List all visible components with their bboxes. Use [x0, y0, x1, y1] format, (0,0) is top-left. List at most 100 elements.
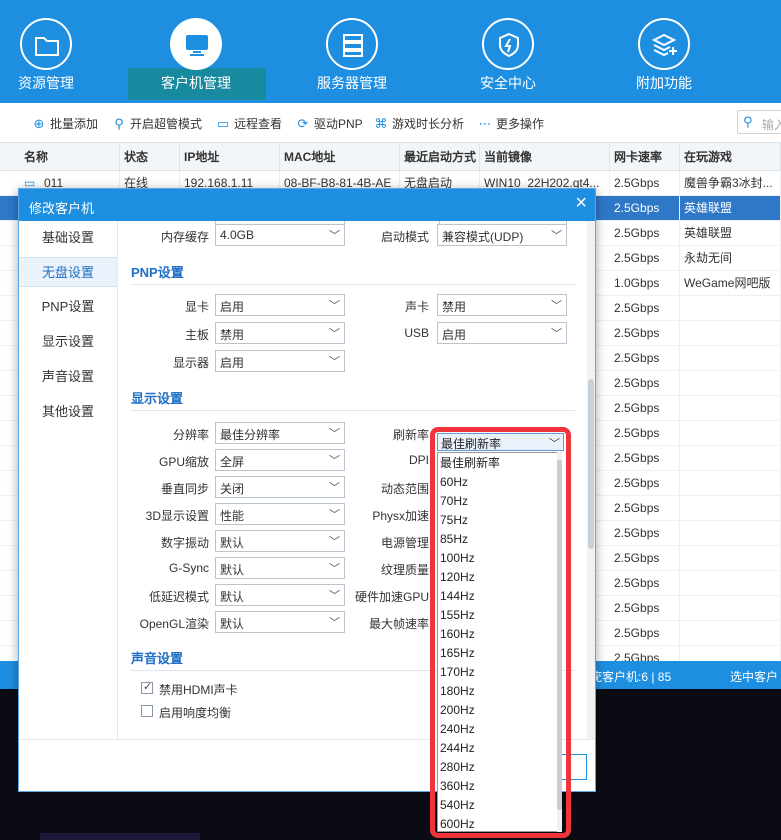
refresh-rate-option[interactable]: 100Hz [440, 549, 475, 568]
folder-icon [20, 18, 72, 70]
nav-server-management[interactable]: 服务器管理 [282, 0, 422, 103]
col-playing-game[interactable]: 在玩游戏 [680, 143, 781, 171]
display-setting-select[interactable]: 默认 ﹀ [215, 557, 345, 579]
shield-icon [482, 18, 534, 70]
game-time-button[interactable]: ⌘ 游戏时长分析 [374, 115, 465, 132]
display-setting-select[interactable]: 关闭 ﹀ [215, 476, 345, 498]
board-select[interactable]: 禁用 ﹀ [215, 322, 345, 344]
refresh-rate-option[interactable]: 144Hz [440, 587, 475, 606]
scrollbar-thumb[interactable] [588, 379, 594, 549]
monitor-icon [170, 18, 222, 70]
nav-addon-features[interactable]: 附加功能 [594, 0, 734, 103]
display-setting-select[interactable]: 全屏 ﹀ [215, 449, 345, 471]
side-item-basic[interactable]: 基础设置 [19, 223, 117, 253]
dialog-scrollbar[interactable] [587, 221, 595, 739]
nav-client-management[interactable]: 客户机管理 [126, 0, 266, 103]
refresh-rate-option[interactable]: 85Hz [440, 530, 468, 549]
refresh-rate-option[interactable]: 240Hz [440, 720, 475, 739]
col-image[interactable]: 当前镜像 [480, 143, 610, 171]
display-setting-value: 默认 [220, 563, 245, 577]
divider [131, 410, 575, 411]
refresh-rate-option[interactable]: 120Hz [440, 568, 475, 587]
driver-pnp-button[interactable]: ⟳ 驱动PNP [296, 115, 363, 132]
side-item-pnp[interactable]: PNP设置 [19, 292, 117, 322]
refresh-rate-select[interactable]: 最佳刷新率 ﹀ [437, 433, 564, 451]
driver-pnp-label: 驱动PNP [314, 117, 363, 131]
col-boot-mode[interactable]: 最近启动方式 [400, 143, 480, 171]
super-admin-label: 开启超管模式 [130, 117, 203, 131]
sound-card-select[interactable]: 禁用 ﹀ [437, 294, 567, 316]
more-ops-button[interactable]: ⋯ 更多操作 [478, 115, 545, 132]
nav-security-center[interactable]: 安全中心 [438, 0, 578, 103]
refresh-rate-option[interactable]: 200Hz [440, 701, 475, 720]
cell-playing-game [680, 496, 781, 521]
server-icon [326, 18, 378, 70]
usb-select[interactable]: 启用 ﹀ [437, 322, 567, 344]
dialog-title: 修改客户机 [29, 201, 95, 216]
col-name[interactable]: 名称 [20, 143, 120, 171]
search-icon: ⚲ [743, 114, 753, 129]
cell-playing-game [680, 546, 781, 571]
col-status[interactable]: 状态 [120, 143, 180, 171]
refresh-rate-option[interactable]: 280Hz [440, 758, 475, 777]
display-setting-select[interactable]: 性能 ﹀ [215, 503, 345, 525]
super-admin-button[interactable]: ⚲ 开启超管模式 [112, 115, 202, 132]
refresh-rate-option[interactable]: 180Hz [440, 682, 475, 701]
display-setting-select[interactable]: 默认 ﹀ [215, 584, 345, 606]
remote-view-button[interactable]: ▭ 远程查看 [216, 115, 282, 132]
col-mac[interactable]: MAC地址 [280, 143, 400, 171]
side-item-other[interactable]: 其他设置 [19, 397, 117, 427]
usb-label: USB [404, 326, 429, 340]
refresh-rate-option[interactable]: 600Hz [440, 815, 475, 834]
display-setting-label: 低延迟模式 [148, 590, 209, 604]
refresh-rate-option[interactable]: 70Hz [440, 492, 468, 511]
display-setting-select[interactable]: 默认 ﹀ [215, 611, 345, 633]
mem-cache-select[interactable]: 4.0GB ﹀ [215, 224, 345, 246]
cell-playing-game [680, 346, 781, 371]
usb-value: 启用 [442, 328, 467, 342]
loudness-checkbox[interactable] [141, 705, 153, 717]
refresh-rate-option[interactable]: 170Hz [440, 663, 475, 682]
scrollbar-thumb[interactable] [557, 460, 562, 810]
nav-resource-management[interactable]: 资源管理 [0, 0, 116, 103]
refresh-rate-option[interactable]: 155Hz [440, 606, 475, 625]
refresh-rate-option[interactable]: 75Hz [440, 511, 468, 530]
col-nic-speed[interactable]: 网卡速率 [610, 143, 680, 171]
batch-add-label: 批量添加 [50, 117, 99, 131]
pnp-section-title: PNP设置 [131, 265, 184, 280]
col-ip[interactable]: IP地址 [180, 143, 280, 171]
boot-mode-select[interactable]: 兼容模式(UDP) ﹀ [437, 224, 567, 246]
chevron-down-icon: ﹀ [549, 438, 560, 450]
refresh-rate-option[interactable]: 60Hz [440, 473, 468, 492]
remote-view-label: 远程查看 [234, 117, 283, 131]
dropdown-scrollbar[interactable] [557, 452, 562, 832]
close-icon[interactable]: × [575, 192, 587, 215]
monitor-select[interactable]: 启用 ﹀ [215, 350, 345, 372]
monitor-value: 启用 [220, 356, 245, 370]
chevron-down-icon: ﹀ [329, 328, 340, 340]
refresh-rate-option[interactable]: 165Hz [440, 644, 475, 663]
display-setting-select[interactable]: 默认 ﹀ [215, 530, 345, 552]
refresh-rate-option[interactable]: 360Hz [440, 777, 475, 796]
cell-nic-speed: 2.5Gbps [610, 546, 680, 571]
cell-nic-speed: 2.5Gbps [610, 396, 680, 421]
side-item-sound[interactable]: 声音设置 [19, 362, 117, 392]
refresh-rate-option[interactable]: 160Hz [440, 625, 475, 644]
display-setting-select[interactable]: 最佳分辨率 ﹀ [215, 422, 345, 444]
nav-label: 客户机管理 [161, 75, 231, 91]
display-setting-label: DPI [408, 453, 429, 467]
side-item-display[interactable]: 显示设置 [19, 327, 117, 357]
gpu-select[interactable]: 启用 ﹀ [215, 294, 345, 316]
nav-label: 资源管理 [18, 75, 74, 91]
cell-playing-game [680, 321, 781, 346]
side-item-diskless[interactable]: 无盘设置 [19, 257, 117, 287]
chevron-down-icon: ﹀ [551, 328, 562, 340]
refresh-rate-option[interactable]: 最佳刷新率 [440, 454, 500, 473]
cell-nic-speed: 2.5Gbps [610, 521, 680, 546]
batch-add-button[interactable]: ⊕ 批量添加 [32, 115, 98, 132]
hdmi-sound-checkbox[interactable] [141, 680, 153, 694]
cell-nic-speed: 2.5Gbps [610, 296, 680, 321]
search-input[interactable]: ⚲ 输入 [737, 110, 781, 134]
refresh-rate-option[interactable]: 244Hz [440, 739, 475, 758]
refresh-rate-option[interactable]: 540Hz [440, 796, 475, 815]
